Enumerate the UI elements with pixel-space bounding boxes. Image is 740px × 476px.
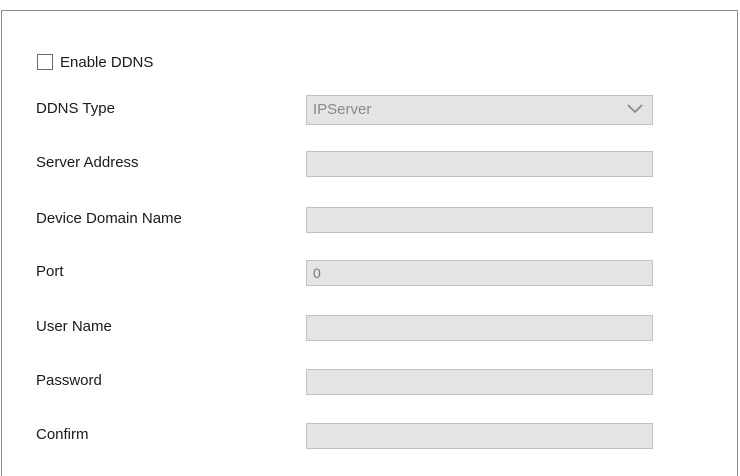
device-domain-name-input[interactable] [306, 207, 653, 233]
device-domain-name-row: Device Domain Name [36, 207, 656, 233]
ddns-settings-panel: Enable DDNS DDNS Type IPServer Server Ad… [1, 10, 738, 476]
confirm-row: Confirm [36, 423, 656, 449]
port-label: Port [36, 263, 64, 280]
ddns-type-label: DDNS Type [36, 100, 115, 117]
server-address-label: Server Address [36, 154, 139, 171]
server-address-row: Server Address [36, 151, 656, 177]
confirm-label: Confirm [36, 426, 89, 443]
user-name-row: User Name [36, 315, 656, 341]
port-input[interactable]: 0 [306, 260, 653, 286]
device-domain-name-label: Device Domain Name [36, 210, 182, 227]
user-name-input[interactable] [306, 315, 653, 341]
password-label: Password [36, 372, 102, 389]
enable-ddns-checkbox[interactable] [37, 54, 53, 70]
server-address-input[interactable] [306, 151, 653, 177]
confirm-input[interactable] [306, 423, 653, 449]
user-name-label: User Name [36, 318, 112, 335]
password-input[interactable] [306, 369, 653, 395]
port-row: Port 0 [36, 260, 656, 286]
enable-ddns-label[interactable]: Enable DDNS [60, 54, 153, 71]
ddns-type-value: IPServer [313, 101, 372, 118]
password-row: Password [36, 369, 656, 395]
ddns-type-select[interactable]: IPServer [306, 95, 653, 125]
chevron-down-icon [627, 104, 643, 114]
enable-ddns-row[interactable]: Enable DDNS [37, 51, 153, 73]
ddns-type-row: DDNS Type IPServer [36, 95, 656, 125]
